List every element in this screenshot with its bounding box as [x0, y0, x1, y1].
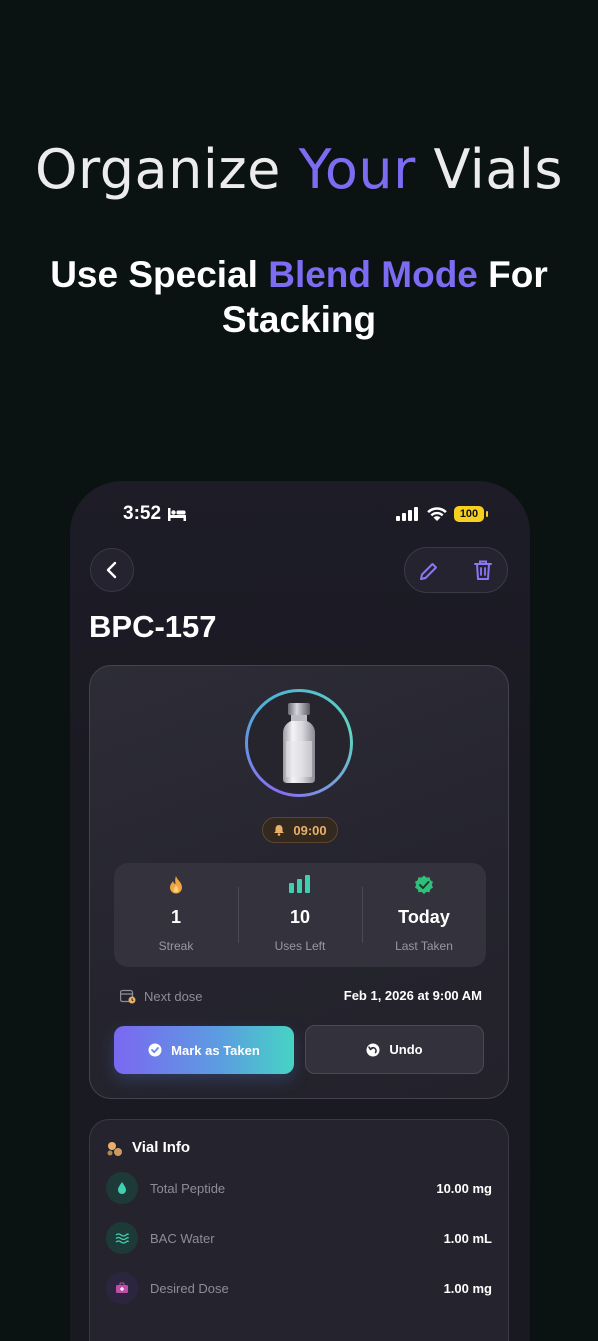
- next-dose-label: Next dose: [144, 989, 203, 1004]
- hero-title: Organize Your Vials: [0, 138, 598, 201]
- verified-check-icon: [415, 875, 433, 894]
- battery-indicator: 100: [454, 506, 488, 522]
- info-label: BAC Water: [150, 1231, 215, 1246]
- stat-last-taken: Today Last Taken: [362, 863, 486, 967]
- reminder-chip[interactable]: 09:00: [262, 817, 338, 843]
- stat-value: 1: [170, 907, 181, 927]
- stat-label: Last Taken: [395, 939, 453, 953]
- status-bar: 3:52 100: [70, 503, 530, 529]
- hero-sub-pre: Use Special: [50, 254, 269, 295]
- edit-icon[interactable]: [417, 559, 441, 583]
- pills-icon: [107, 1142, 122, 1156]
- undo-label: Undo: [389, 1042, 423, 1057]
- phone-frame: 3:52 100 BPC-157 09:00 1 Streak 10 Uses …: [70, 481, 530, 1341]
- info-value: 1.00 mg: [443, 1281, 492, 1296]
- back-button[interactable]: [90, 548, 134, 592]
- bell-icon: [274, 825, 285, 836]
- waves-icon: [106, 1222, 138, 1254]
- mark-as-taken-button[interactable]: Mark as Taken: [114, 1026, 294, 1074]
- vial-info-title: Vial Info: [132, 1139, 191, 1156]
- stat-value: 10: [289, 907, 311, 927]
- stat-label: Streak: [158, 939, 194, 953]
- calendar-clock-icon: [120, 989, 136, 1004]
- hero-subtitle: Use Special Blend Mode For Stacking: [30, 252, 568, 342]
- vial-bottle-icon: [283, 703, 315, 783]
- sleep-focus-icon: [168, 508, 186, 521]
- vial-summary-card: 09:00 1 Streak 10 Uses Left Today Last T…: [89, 665, 509, 1099]
- hero-sub-accent: Blend Mode: [268, 254, 478, 295]
- vial-actions-pill: [404, 547, 508, 593]
- stat-label: Uses Left: [274, 939, 326, 953]
- info-row-total-peptide: Total Peptide 10.00 mg: [106, 1172, 492, 1206]
- medkit-icon: [106, 1272, 138, 1304]
- info-value: 10.00 mg: [436, 1181, 492, 1196]
- stat-streak: 1 Streak: [114, 863, 238, 967]
- vial-name: BPC-157: [89, 609, 217, 644]
- info-label: Desired Dose: [150, 1281, 229, 1296]
- bar-chart-icon: [289, 875, 310, 893]
- check-circle-icon: [148, 1043, 162, 1057]
- mark-as-taken-label: Mark as Taken: [171, 1042, 260, 1058]
- stat-uses-left: 10 Uses Left: [238, 863, 362, 967]
- next-dose-value: Feb 1, 2026 at 9:00 AM: [343, 988, 482, 1003]
- next-dose-row: Next dose Feb 1, 2026 at 9:00 AM: [120, 987, 482, 1007]
- info-value: 1.00 mL: [443, 1231, 492, 1246]
- hero-title-pre: Organize: [34, 138, 299, 201]
- reminder-time: 09:00: [293, 822, 327, 838]
- stats-panel: 1 Streak 10 Uses Left Today Last Taken: [114, 863, 486, 967]
- info-row-desired-dose: Desired Dose 1.00 mg: [106, 1272, 492, 1306]
- wifi-icon: [427, 507, 447, 521]
- status-time: 3:52: [123, 503, 162, 524]
- chevron-left-icon: [106, 561, 117, 579]
- stat-value: Today: [398, 907, 450, 927]
- undo-button[interactable]: Undo: [305, 1025, 484, 1074]
- droplet-icon: [106, 1172, 138, 1204]
- hero-title-accent: Your: [298, 138, 416, 201]
- cellular-signal-icon: [396, 507, 418, 521]
- info-row-bac-water: BAC Water 1.00 mL: [106, 1222, 492, 1256]
- flame-icon: [170, 876, 182, 894]
- info-label: Total Peptide: [150, 1181, 226, 1196]
- trash-icon[interactable]: [471, 558, 495, 582]
- vial-image-ring: [245, 689, 353, 797]
- hero-title-post: Vials: [415, 138, 564, 201]
- vial-info-card: Vial Info Total Peptide 10.00 mg BAC Wat…: [89, 1119, 509, 1341]
- undo-icon: [366, 1043, 380, 1056]
